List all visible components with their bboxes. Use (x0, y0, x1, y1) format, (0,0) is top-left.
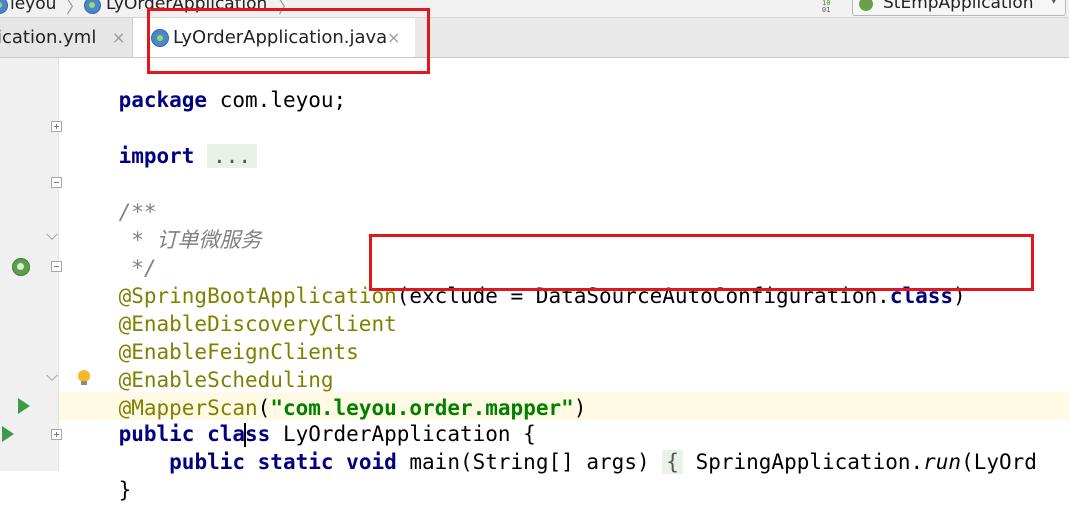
fold-collapse-icon[interactable] (51, 261, 62, 272)
spring-class-icon (84, 0, 101, 14)
code-line-class-declaration: public class LyOrderApplication { (118, 422, 536, 447)
spring-bean-gutter-icon[interactable] (12, 258, 30, 276)
code-line-discovery-annotation: @EnableDiscoveryClient (118, 312, 397, 336)
fold-collapse-icon[interactable] (51, 177, 62, 188)
code-line-mapper-annotation: @MapperScan("com.leyou.order.mapper") (118, 396, 587, 420)
run-configuration-dropdown[interactable]: StEmpApplication ▾ (852, 0, 1066, 16)
code-line-closing-brace: } (118, 478, 132, 502)
code-line-import: import ... (68, 114, 258, 168)
chevron-down-icon: ▾ (1050, 0, 1057, 8)
folded-method-body[interactable]: { (662, 450, 683, 474)
fold-expand-icon[interactable] (51, 121, 62, 132)
folded-imports[interactable]: ... (207, 144, 258, 168)
project-folder-icon (0, 0, 8, 14)
fold-expand-icon[interactable] (51, 429, 62, 440)
code-line-feign-annotation: @EnableFeignClients (118, 340, 359, 364)
fold-end-marker-icon[interactable] (51, 232, 62, 243)
code-line-main-method: public static void main(String[] args) {… (169, 450, 1037, 474)
code-line-doc-close: */ (118, 256, 157, 280)
code-line-doc-text: * 订单微服务 (118, 228, 262, 252)
breadcrumb-separator: 〉 (66, 0, 83, 18)
fold-end-marker-icon[interactable] (51, 373, 62, 384)
breadcrumb-item-project[interactable]: leyou (10, 0, 56, 14)
code-line-scheduling-annotation: @EnableScheduling (118, 368, 334, 392)
spring-boot-icon (859, 0, 873, 11)
vcs-update-icon[interactable]: 10 01 (822, 0, 840, 14)
highlight-box-exclude-argument (369, 234, 1034, 291)
tab-application-yml[interactable]: lication.yml × (0, 18, 133, 57)
run-class-icon[interactable] (18, 398, 30, 414)
code-line-doc-open: /** (118, 200, 157, 224)
highlight-box-active-tab (147, 8, 430, 74)
run-configuration-label: StEmpApplication (883, 0, 1034, 13)
close-icon[interactable]: × (112, 18, 125, 57)
run-method-icon[interactable] (2, 426, 14, 442)
tab-label: lication.yml (0, 27, 97, 48)
